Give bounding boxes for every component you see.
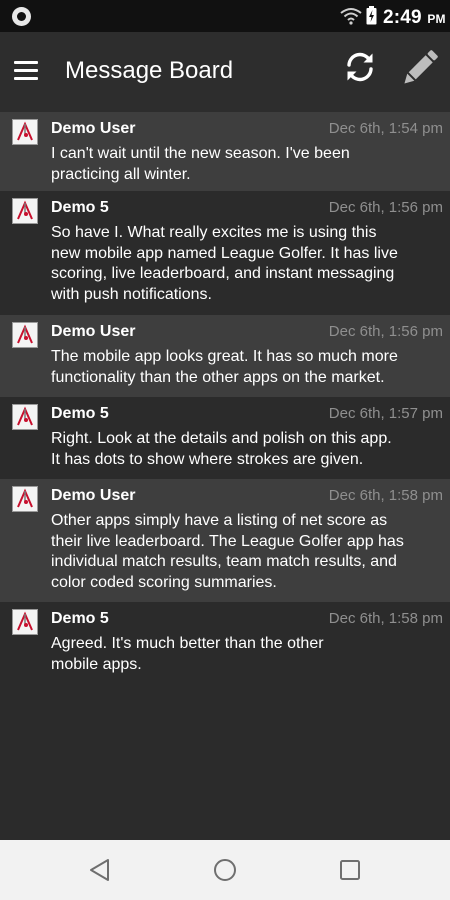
- navigation-bar: [0, 840, 450, 900]
- hamburger-menu-icon[interactable]: [12, 58, 40, 84]
- message-text: So have I. What really excites me is usi…: [51, 224, 398, 303]
- message-item[interactable]: Demo 5 Dec 6th, 1:56 pm So have I. What …: [0, 191, 450, 315]
- message-text: I can't wait until the new season. I've …: [51, 145, 350, 183]
- message-timestamp: Dec 6th, 1:58 pm: [328, 487, 443, 504]
- message-timestamp: Dec 6th, 1:56 pm: [328, 323, 443, 340]
- message-item[interactable]: Demo User Dec 6th, 1:56 pm The mobile ap…: [0, 315, 450, 397]
- avatar: [12, 119, 38, 145]
- avatar: [12, 609, 38, 635]
- notification-icon: [12, 7, 31, 26]
- home-icon[interactable]: [211, 856, 239, 884]
- message-timestamp: Dec 6th, 1:58 pm: [328, 610, 443, 627]
- message-author: Demo 5: [51, 199, 109, 216]
- back-icon[interactable]: [86, 856, 114, 884]
- status-bar: 2:49 PM: [0, 0, 450, 32]
- page-title: Message Board: [65, 57, 234, 84]
- avatar: [12, 486, 38, 512]
- message-author: Demo User: [51, 323, 136, 340]
- wifi-icon: [340, 8, 362, 25]
- message-timestamp: Dec 6th, 1:54 pm: [328, 120, 443, 137]
- message-author: Demo 5: [51, 610, 109, 627]
- message-timestamp: Dec 6th, 1:57 pm: [328, 405, 443, 422]
- message-text: Agreed. It's much better than the other m…: [51, 635, 324, 673]
- message-text: Right. Look at the details and polish on…: [51, 430, 392, 468]
- message-text: Other apps simply have a listing of net …: [51, 512, 404, 591]
- avatar: [12, 404, 38, 430]
- message-item[interactable]: Demo User Dec 6th, 1:58 pm Other apps si…: [0, 479, 450, 602]
- app-bar: Message Board: [0, 32, 450, 112]
- battery-charging-icon: [366, 6, 377, 25]
- message-item[interactable]: Demo 5 Dec 6th, 1:57 pm Right. Look at t…: [0, 397, 450, 479]
- message-item[interactable]: Demo User Dec 6th, 1:54 pm I can't wait …: [0, 112, 450, 191]
- message-author: Demo User: [51, 120, 136, 137]
- message-text: The mobile app looks great. It has so mu…: [51, 348, 398, 386]
- status-time: 2:49 PM: [383, 7, 446, 28]
- message-author: Demo 5: [51, 405, 109, 422]
- avatar: [12, 198, 38, 224]
- message-item[interactable]: Demo 5 Dec 6th, 1:58 pm Agreed. It's muc…: [0, 602, 450, 684]
- recents-icon[interactable]: [336, 856, 364, 884]
- refresh-icon[interactable]: [341, 48, 379, 86]
- message-list: Demo User Dec 6th, 1:54 pm I can't wait …: [0, 112, 450, 684]
- message-author: Demo User: [51, 487, 136, 504]
- message-timestamp: Dec 6th, 1:56 pm: [328, 199, 443, 216]
- avatar: [12, 322, 38, 348]
- edit-pencil-icon[interactable]: [400, 48, 440, 88]
